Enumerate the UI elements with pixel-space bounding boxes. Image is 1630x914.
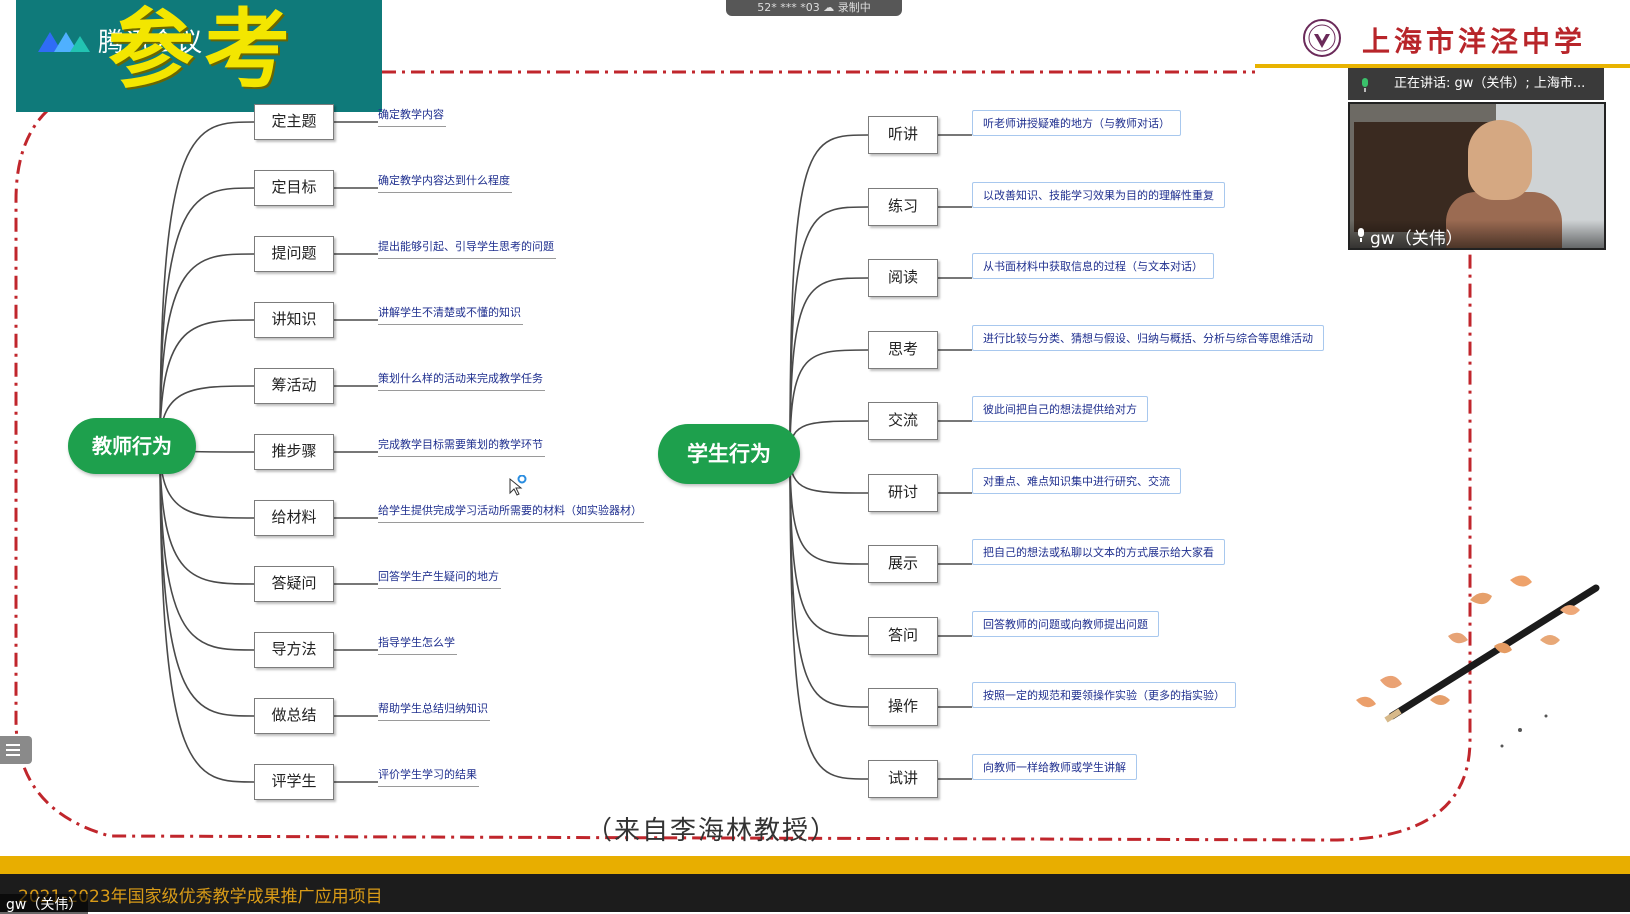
- student-node-description: 对重点、难点知识集中进行研究、交流: [972, 468, 1181, 494]
- student-node: 听讲: [868, 116, 938, 154]
- teacher-node-description: 确定教学内容: [378, 106, 446, 127]
- student-node: 展示: [868, 545, 938, 583]
- slide-big-title: 参考: [108, 0, 300, 100]
- teacher-node: 定目标: [254, 170, 334, 206]
- teacher-branch-line: [159, 445, 255, 651]
- teacher-branch-line: [159, 187, 255, 447]
- teacher-node: 提问题: [254, 236, 334, 272]
- teacher-branch-line: [159, 121, 255, 447]
- student-node: 答问: [868, 617, 938, 655]
- self-video-name: gw（关伟）: [0, 894, 89, 914]
- school-emblem-icon: [1303, 19, 1341, 57]
- footer-accent-band: [0, 856, 1630, 874]
- teacher-branch-line: [159, 445, 255, 783]
- video-person-face: [1468, 120, 1532, 200]
- student-node-description: 回答教师的问题或向教师提出问题: [972, 611, 1159, 637]
- student-node: 试讲: [868, 760, 938, 798]
- tencent-meeting-logo-icon: [38, 32, 90, 52]
- student-node-description: 听老师讲授疑难的地方（与教师对话）: [972, 110, 1181, 136]
- teacher-node-description: 给学生提供完成学习活动所需要的材料（如实验器材）: [378, 502, 644, 523]
- teacher-node: 讲知识: [254, 302, 334, 338]
- teacher-node: 筹活动: [254, 368, 334, 404]
- student-branch-line: [789, 420, 869, 455]
- teacher-node: 答疑问: [254, 566, 334, 602]
- student-branches: [789, 134, 972, 780]
- teacher-node: 定主题: [254, 104, 334, 140]
- student-node: 思考: [868, 331, 938, 369]
- speaking-indicator-text: 正在讲话: gw（关伟）; 上海市...: [1394, 76, 1586, 91]
- source-note: （来自李海林教授）: [586, 816, 839, 846]
- student-node: 阅读: [868, 259, 938, 297]
- student-node-description: 向教师一样给教师或学生讲解: [972, 754, 1137, 780]
- teacher-node: 导方法: [254, 632, 334, 668]
- student-node: 交流: [868, 402, 938, 440]
- student-branch-line: [789, 349, 869, 455]
- student-node-description: 彼此间把自己的想法提供给对方: [972, 396, 1148, 422]
- teacher-node: 做总结: [254, 698, 334, 734]
- teacher-node: 评学生: [254, 764, 334, 800]
- mouse-cursor-icon: [509, 475, 527, 496]
- teacher-node-description: 评价学生学习的结果: [378, 766, 479, 787]
- student-branch-line: [789, 453, 869, 494]
- student-branch-line: [789, 453, 869, 637]
- student-branch-line: [789, 134, 869, 455]
- teacher-node: 推步骤: [254, 434, 334, 470]
- teacher-root-node: 教师行为: [68, 418, 196, 474]
- teacher-node-description: 讲解学生不清楚或不懂的知识: [378, 304, 523, 325]
- teacher-node-description: 提出能够引起、引导学生思考的问题: [378, 238, 556, 259]
- student-node: 练习: [868, 188, 938, 226]
- teacher-node-description: 完成教学目标需要策划的教学环节: [378, 436, 545, 457]
- teacher-node-description: 确定教学内容达到什么程度: [378, 172, 512, 193]
- student-branch-line: [789, 206, 869, 455]
- student-branch-line: [789, 453, 869, 565]
- student-branch-line: [789, 453, 869, 780]
- participant-video-tile[interactable]: gw（关伟）: [1348, 102, 1606, 250]
- teacher-node-description: 帮助学生总结归纳知识: [378, 700, 490, 721]
- school-name: 上海市洋泾中学: [1362, 25, 1587, 58]
- pencil-decoration: [1356, 575, 1600, 748]
- network-recording-indicator[interactable]: 52* *** *03 ☁ 录制中: [726, 0, 902, 16]
- student-node-description: 把自己的想法或私聊以文本的方式展示给大家看: [972, 539, 1225, 565]
- menu-icon: [6, 744, 20, 756]
- student-node: 操作: [868, 688, 938, 726]
- microphone-icon: [1362, 78, 1368, 92]
- teacher-node-description: 指导学生怎么学: [378, 634, 457, 655]
- participant-name: gw（关伟）: [1370, 229, 1463, 249]
- student-node-description: 按照一定的规范和要领操作实验（更多的指实验）: [972, 682, 1236, 708]
- teacher-node: 给材料: [254, 500, 334, 536]
- participant-mic-icon: [1358, 228, 1364, 242]
- student-node-description: 进行比较与分类、猜想与假设、归纳与概括、分析与综合等思维活动: [972, 325, 1324, 351]
- student-root-node: 学生行为: [658, 424, 800, 484]
- teacher-node-description: 策划什么样的活动来完成教学任务: [378, 370, 545, 391]
- student-node-description: 以改善知识、技能学习效果为目的的理解性重复: [972, 182, 1225, 208]
- student-node: 研讨: [868, 474, 938, 512]
- side-toolbar-toggle[interactable]: [0, 736, 32, 764]
- student-node-description: 从书面材料中获取信息的过程（与文本对话）: [972, 253, 1214, 279]
- teacher-node-description: 回答学生产生疑问的地方: [378, 568, 501, 589]
